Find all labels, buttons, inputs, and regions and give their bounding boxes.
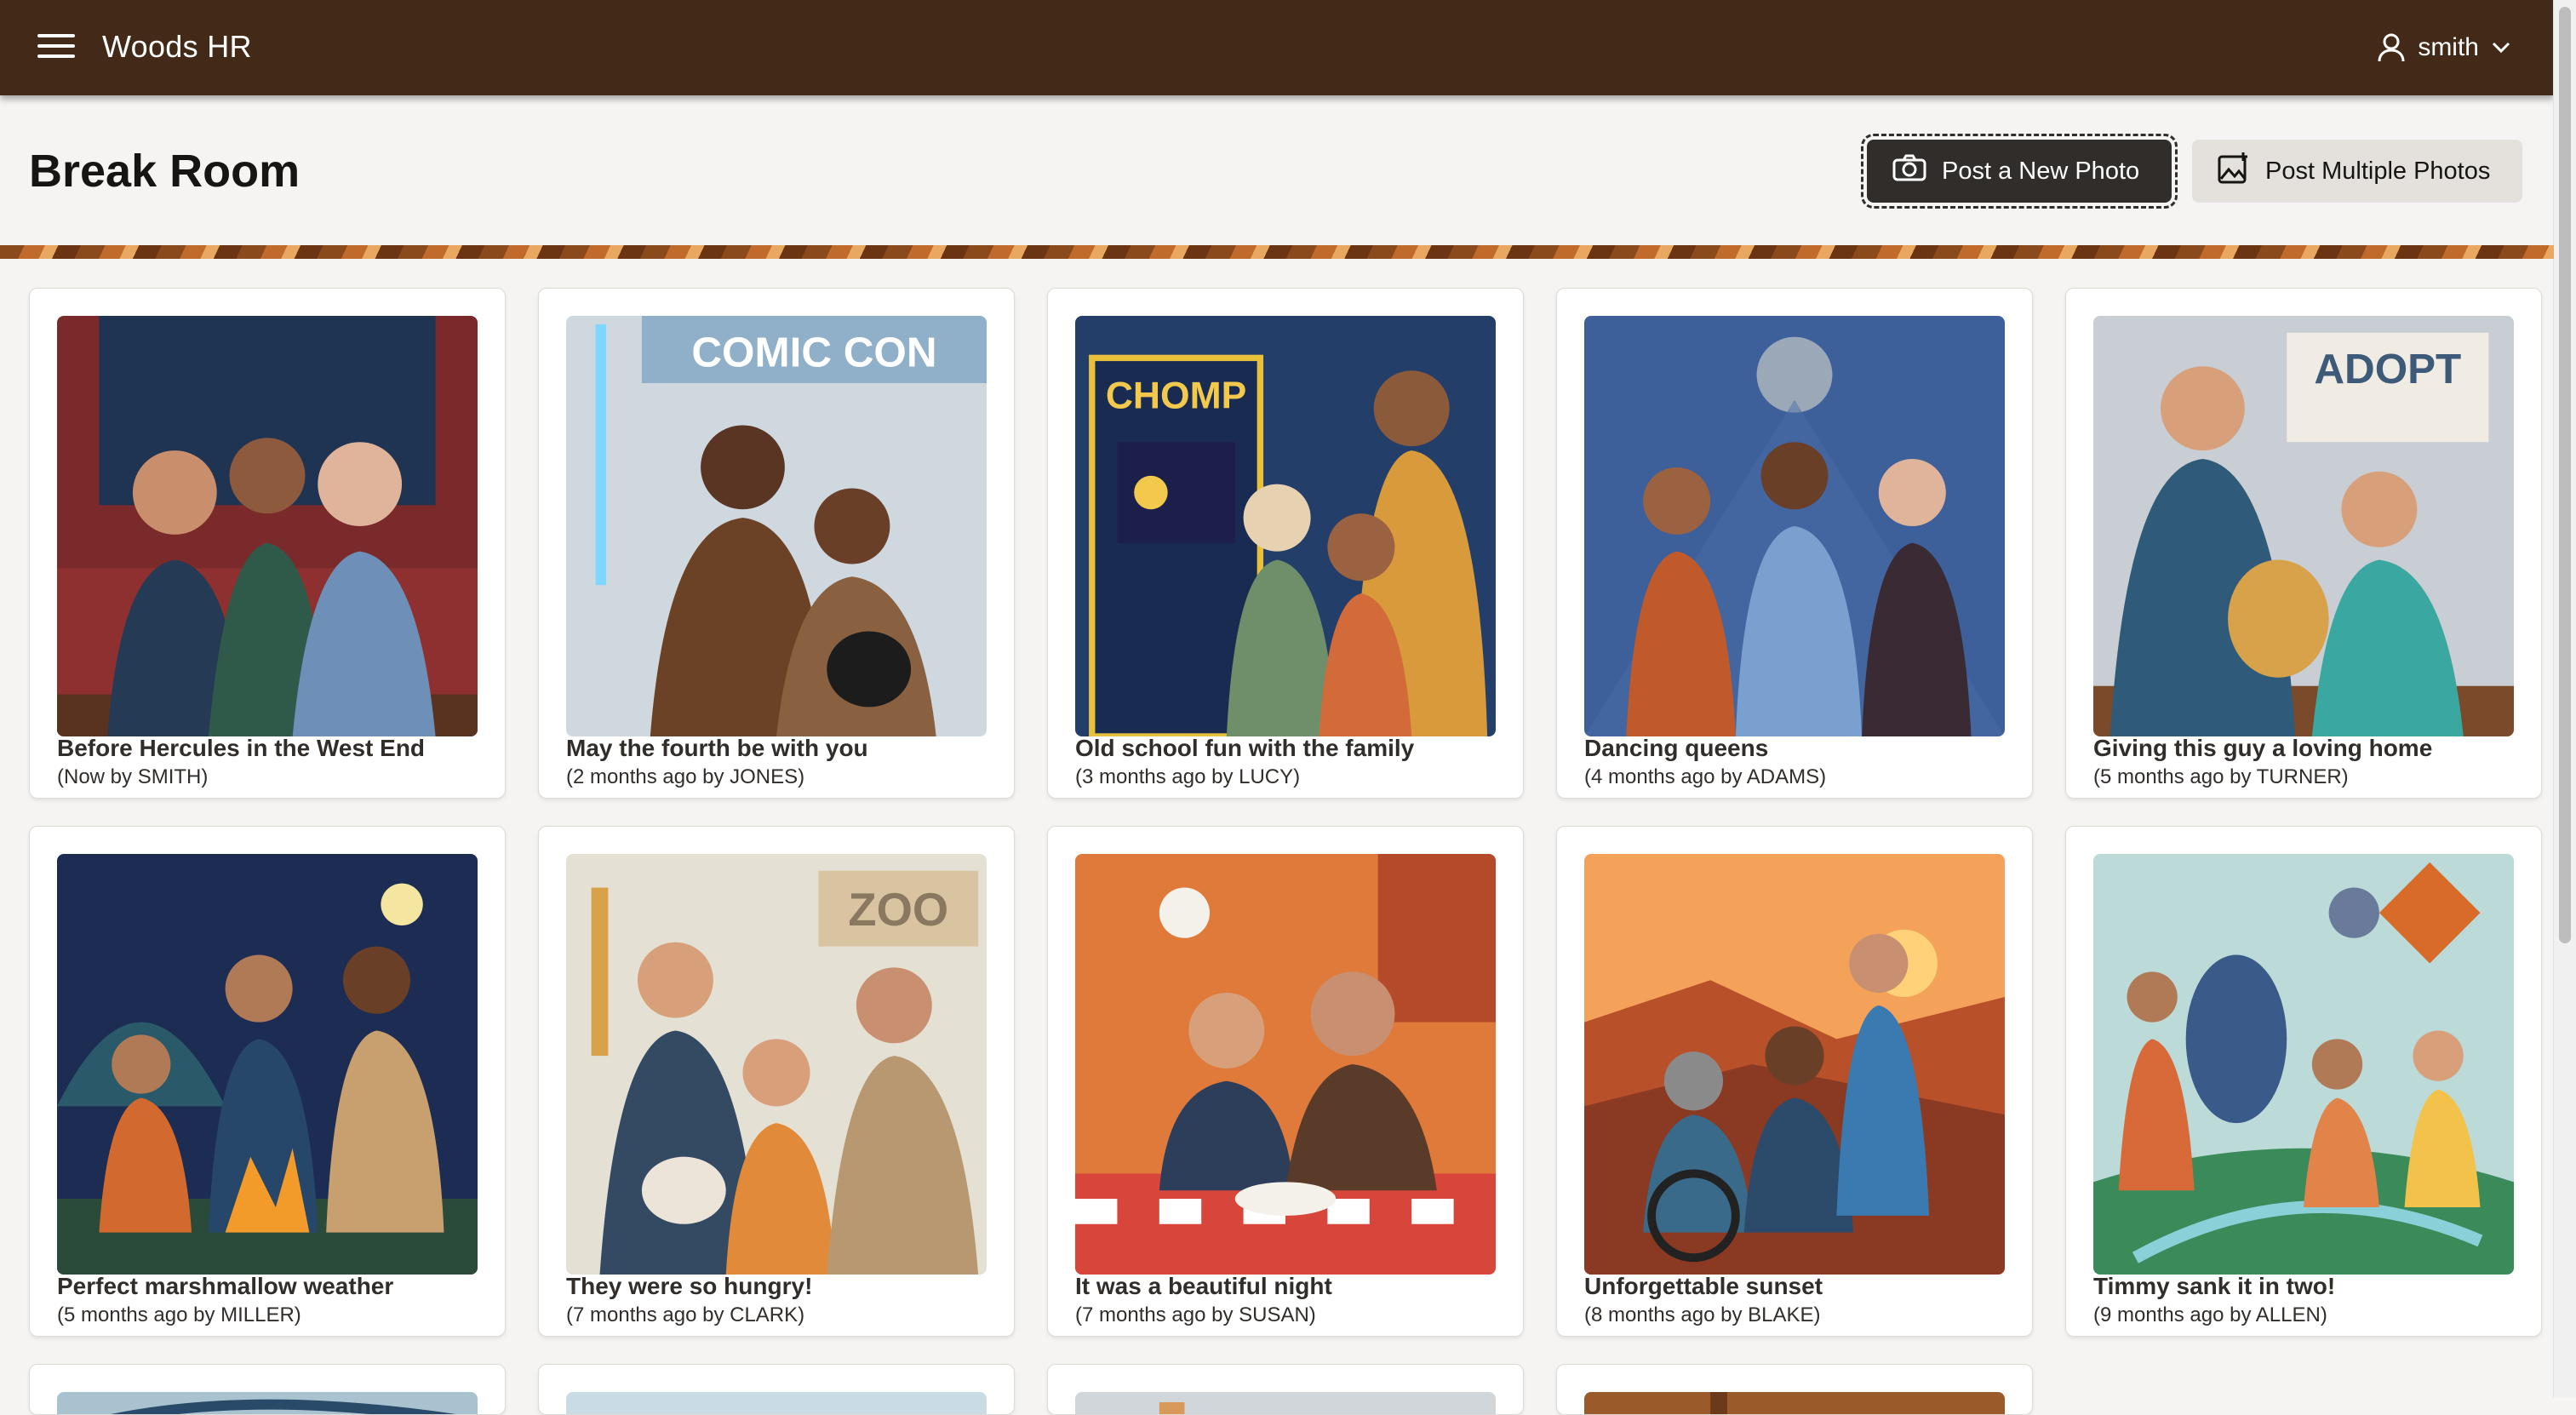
photo-meta: (7 months ago by SUSAN): [1075, 1303, 1316, 1326]
photo-card[interactable]: Before Hercules in the West End (Now by …: [29, 288, 506, 799]
photo-meta: (9 months ago by ALLEN): [2093, 1303, 2327, 1326]
photo-title: It was a beautiful night: [1075, 1273, 1332, 1299]
photo-card[interactable]: It was a beautiful night (7 months ago b…: [1047, 826, 1524, 1337]
photo-thumbnail[interactable]: [1075, 854, 1496, 1275]
chevron-down-icon: [2491, 41, 2511, 54]
photo-card[interactable]: [29, 1364, 506, 1415]
photo-meta: (8 months ago by BLAKE): [1584, 1303, 1821, 1326]
photo-thumbnail[interactable]: [57, 1392, 478, 1414]
photo-title: They were so hungry!: [566, 1273, 813, 1299]
photo-card[interactable]: Perfect marshmallow weather (5 months ag…: [29, 826, 506, 1337]
comic-con-banner-text: COMIC CON: [691, 329, 936, 375]
photo-card[interactable]: ZOO They were so hungry! (7 months ago b…: [538, 826, 1015, 1337]
photo-title: Timmy sank it in two!: [2093, 1273, 2336, 1299]
user-icon: [2377, 32, 2406, 63]
photo-thumbnail[interactable]: [1584, 1392, 2005, 1414]
photo-thumbnail[interactable]: [57, 854, 478, 1275]
post-new-photo-label: Post a New Photo: [1942, 157, 2140, 185]
photo-card[interactable]: Dancing queens (4 months ago by ADAMS): [1556, 288, 2033, 799]
photo-title: Perfect marshmallow weather: [57, 1273, 394, 1299]
photo-title: May the fourth be with you: [566, 735, 868, 761]
page-title: Break Room: [29, 146, 301, 197]
photo-thumbnail[interactable]: [566, 1392, 987, 1414]
app-title[interactable]: Woods HR: [102, 29, 252, 65]
photo-meta: (3 months ago by LUCY): [1075, 765, 1301, 788]
post-new-photo-button[interactable]: Post a New Photo: [1861, 134, 2178, 209]
camera-icon: [1892, 154, 1926, 188]
decorative-banner: [0, 245, 2554, 259]
photo-meta: (4 months ago by ADAMS): [1584, 765, 1827, 788]
photo-thumbnail[interactable]: [57, 316, 478, 736]
photo-card[interactable]: [538, 1364, 1015, 1415]
user-menu[interactable]: smith: [2377, 29, 2511, 66]
user-name: smith: [2418, 33, 2479, 61]
photo-card[interactable]: [1047, 1364, 1524, 1415]
hamburger-menu-icon[interactable]: [37, 34, 75, 61]
photo-title: Giving this guy a loving home: [2093, 735, 2433, 761]
photo-meta: (5 months ago by TURNER): [2093, 765, 2349, 788]
photo-thumbnail[interactable]: [1584, 854, 2005, 1275]
zoo-sign-text: ZOO: [848, 884, 948, 936]
photo-thumbnail[interactable]: [2093, 854, 2514, 1275]
photo-thumbnail[interactable]: ZOO: [566, 854, 987, 1275]
photo-thumbnail[interactable]: ADOPT: [2093, 316, 2514, 736]
photo-title: Dancing queens: [1584, 735, 1769, 761]
top-bar: Woods HR smith: [0, 0, 2554, 95]
photo-thumbnail[interactable]: COMIC CON: [566, 316, 987, 736]
photo-card[interactable]: Timmy sank it in two! (9 months ago by A…: [2065, 826, 2542, 1337]
photo-card[interactable]: COMIC CON May the fourth be with you (2 …: [538, 288, 1015, 799]
chomp-sign-text: CHOMP: [1106, 375, 1246, 417]
photo-card[interactable]: ADOPT Giving this guy a loving home (5 m…: [2065, 288, 2542, 799]
scrollbar-thumb[interactable]: [2559, 7, 2571, 943]
photo-title: Old school fun with the family: [1075, 735, 1415, 761]
post-multiple-photos-label: Post Multiple Photos: [2265, 157, 2491, 185]
adopt-sign-text: ADOPT: [2314, 346, 2461, 392]
image-add-icon: [2218, 152, 2250, 191]
photo-thumbnail[interactable]: CHOMP: [1075, 316, 1496, 736]
photo-title: Before Hercules in the West End: [57, 735, 426, 761]
photo-thumbnail[interactable]: [1584, 316, 2005, 736]
photo-card[interactable]: [1556, 1364, 2033, 1415]
photo-card[interactable]: CHOMP Old school fun with the family (3 …: [1047, 288, 1524, 799]
photo-meta: (2 months ago by JONES): [566, 765, 805, 788]
photo-meta: (Now by SMITH): [57, 765, 209, 788]
photo-thumbnail[interactable]: [1075, 1392, 1496, 1414]
page-scrollbar[interactable]: [2553, 0, 2576, 1397]
photo-meta: (7 months ago by CLARK): [566, 1303, 805, 1326]
photo-card[interactable]: Unforgettable sunset (8 months ago by BL…: [1556, 826, 2033, 1337]
post-multiple-photos-button[interactable]: Post Multiple Photos: [2192, 140, 2522, 203]
photo-meta: (5 months ago by MILLER): [57, 1303, 301, 1326]
photo-title: Unforgettable sunset: [1584, 1273, 1823, 1299]
